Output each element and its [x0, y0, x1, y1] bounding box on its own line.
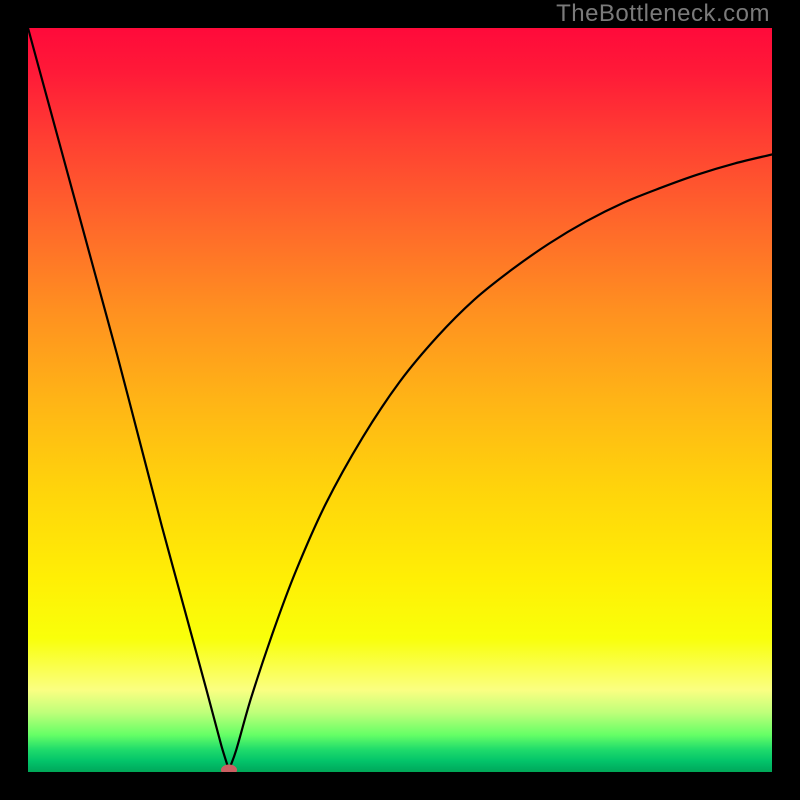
watermark-label: TheBottleneck.com [556, 0, 770, 28]
plot-area [28, 28, 772, 772]
chart-canvas: TheBottleneck.com [0, 0, 800, 800]
bottleneck-curve [28, 28, 772, 772]
optimum-marker-icon [221, 764, 237, 772]
